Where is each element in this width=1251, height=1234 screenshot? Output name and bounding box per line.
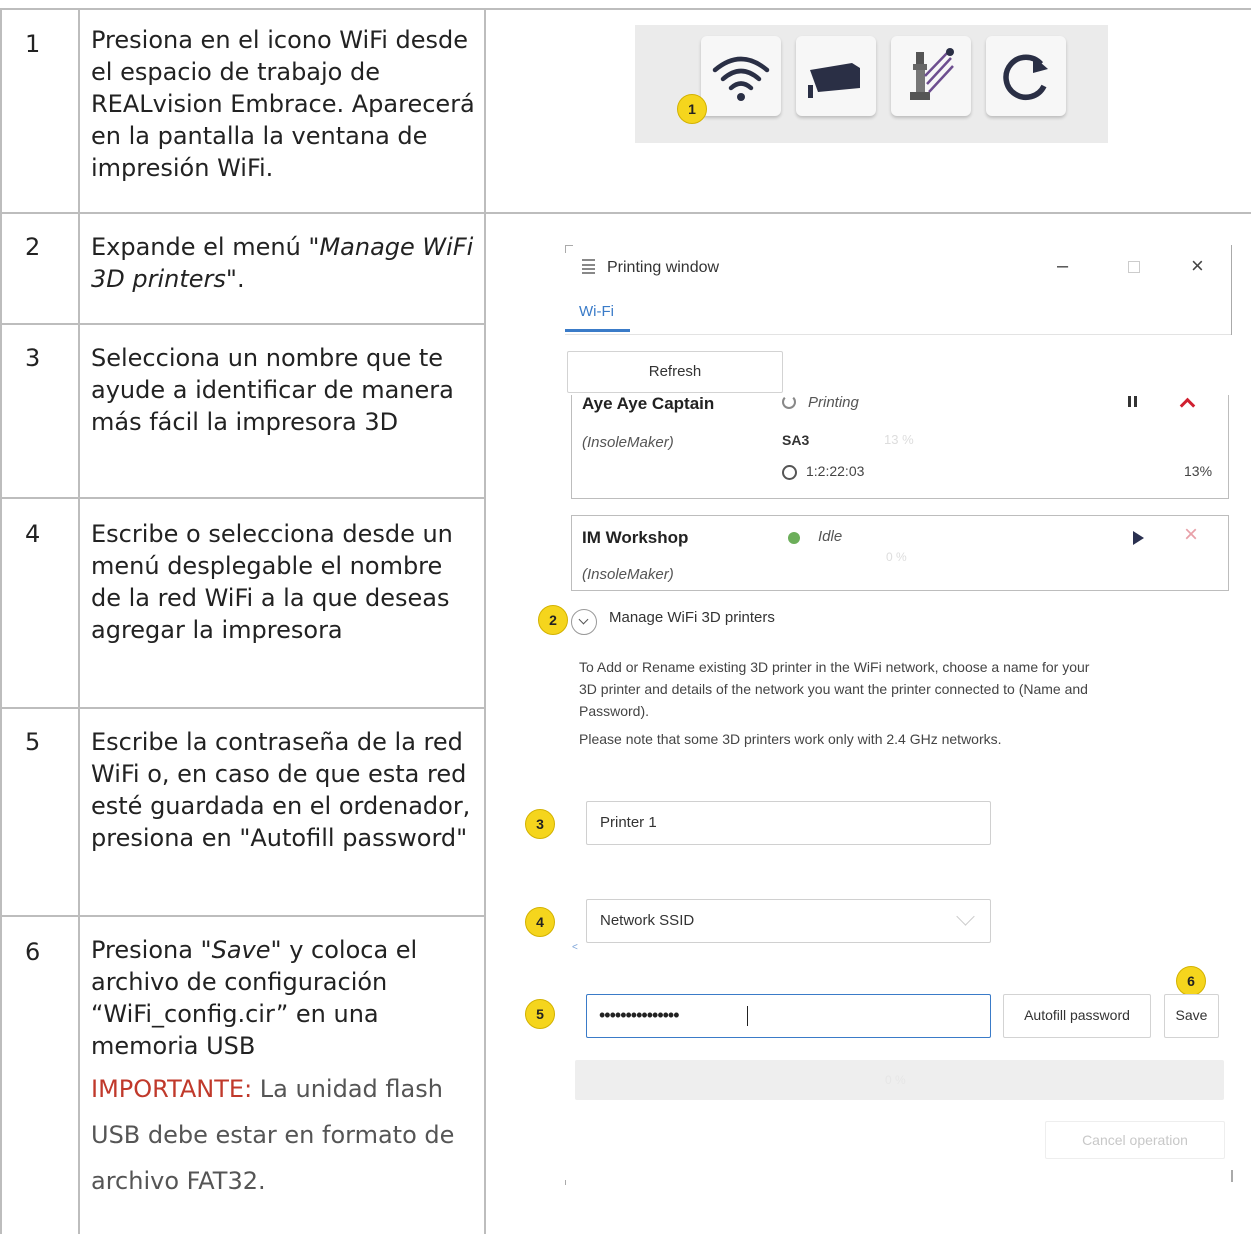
printer-card[interactable]: Aye Aye Captain (InsoleMaker) Printing S… (571, 395, 1229, 499)
printer-status: Printing (808, 395, 859, 411)
save-button[interactable]: Save (1164, 994, 1219, 1038)
printer-name: IM Workshop (582, 528, 689, 547)
table-border-top (0, 8, 1251, 10)
callout-badge-2: 2 (538, 605, 568, 635)
row-divider-2 (0, 323, 485, 325)
window-corner-tl-v (565, 245, 566, 253)
calibration-button[interactable] (891, 36, 971, 116)
chevron-down-icon (956, 907, 975, 926)
row-divider-1 (0, 212, 1251, 214)
password-input[interactable]: ••••••••••••••• (586, 994, 991, 1038)
callout-badge-5: 5 (525, 999, 555, 1029)
window-corner-br (1231, 1170, 1233, 1182)
printer-name-value: Printer 1 (600, 814, 657, 831)
wifi-button[interactable] (701, 36, 781, 116)
row-divider-3 (0, 497, 485, 499)
step-number-6: 6 (25, 938, 41, 966)
idle-status-icon (788, 532, 800, 544)
printer-percent: 13% (1184, 463, 1213, 479)
overall-progress-text: 0 % (885, 1073, 906, 1087)
callout-badge-3: 3 (525, 809, 555, 839)
chevron-down-icon (578, 614, 589, 625)
cancel-operation-button[interactable]: Cancel operation (1045, 1121, 1225, 1159)
clock-icon (782, 465, 797, 480)
step-number-1: 1 (25, 30, 41, 58)
maximize-icon[interactable] (1128, 261, 1140, 273)
network-ssid-value: Network SSID (600, 912, 695, 929)
printer-list: Aye Aye Captain (InsoleMaker) Printing S… (565, 395, 1231, 501)
manage-desc-line3: Password). (579, 703, 650, 719)
callout-badge-4: 4 (525, 907, 555, 937)
table-border-left (0, 8, 2, 1234)
printer-time: 1:2:22:03 (806, 463, 865, 479)
step-number-3: 3 (25, 344, 41, 372)
pause-icon[interactable] (1128, 396, 1137, 407)
window-corner-tl (565, 245, 573, 246)
play-icon[interactable] (1133, 531, 1144, 545)
manage-label[interactable]: Manage WiFi 3D printers (609, 609, 775, 626)
minimize-icon[interactable]: – (1057, 255, 1068, 278)
step-text-1: Presiona en el icono WiFi desde el espac… (91, 26, 475, 182)
row-divider-4 (0, 707, 485, 709)
window-menu-icon (582, 259, 595, 274)
important-note: IMPORTANTE: La unidad flash USB debe est… (91, 1066, 476, 1204)
table-col-divider-1 (78, 8, 80, 1234)
camera-icon (808, 63, 860, 98)
step-text-6-pre: Presiona " (91, 936, 212, 964)
overall-progress-bar: 0 % (575, 1060, 1224, 1100)
step-text-4: Escribe o selecciona desde un menú despl… (91, 520, 453, 644)
refresh-button[interactable] (986, 36, 1066, 116)
window-title: Printing window (607, 259, 720, 276)
step-text-6: Presiona "Save" y coloca el archivo de c… (91, 934, 476, 1204)
printer-model: (InsoleMaker) (582, 566, 674, 583)
password-value: ••••••••••••••• (599, 1005, 680, 1025)
important-label: IMPORTANTE: (91, 1075, 253, 1103)
refresh-icon (1003, 54, 1048, 100)
printer-name-input[interactable]: Printer 1 (586, 801, 991, 845)
collapse-arrow-icon: < (572, 942, 578, 953)
step-text-3: Selecciona un nombre que te ayude a iden… (91, 344, 454, 436)
step-number-5: 5 (25, 728, 41, 756)
remove-icon[interactable]: × (1184, 521, 1198, 549)
window-corner-tr (1231, 245, 1232, 335)
tab-wifi[interactable]: Wi-Fi (579, 303, 614, 320)
step-text-5: Escribe la contraseña de la red WiFi o, … (91, 728, 471, 852)
camera-button[interactable] (796, 36, 876, 116)
table-col-divider-2 (484, 8, 486, 1234)
close-icon[interactable]: × (1191, 253, 1204, 279)
expand-icon[interactable] (571, 609, 597, 635)
printer-progress-text: 0 % (886, 550, 907, 564)
manage-desc-line2: 3D printer and details of the network yo… (579, 681, 1088, 697)
toolbar-screenshot: 1 (635, 25, 1108, 143)
printer-name: Aye Aye Captain (582, 395, 715, 413)
printing-status-icon (782, 395, 796, 409)
chevron-up-icon[interactable] (1179, 397, 1196, 414)
printer-code: SA3 (782, 432, 810, 448)
callout-badge-6: 6 (1176, 966, 1206, 996)
calibration-icon (910, 48, 954, 100)
text-cursor (747, 1006, 748, 1026)
printer-model: (InsoleMaker) (582, 434, 674, 451)
printer-card[interactable]: IM Workshop (InsoleMaker) Idle 0 % × (571, 515, 1229, 591)
window-corner-bl (565, 1180, 566, 1185)
row-divider-5 (0, 915, 485, 917)
step-text-2-pre: Expande el menú " (91, 233, 320, 261)
step-text-2: Expande el menú "Manage WiFi 3D printers… (91, 231, 476, 295)
step-text-6-emphasis: Save (211, 936, 271, 964)
step-text-2-post: ". (225, 265, 245, 293)
tab-wifi-underline (565, 329, 630, 332)
network-ssid-select[interactable]: Network SSID (586, 899, 991, 943)
printer-status: Idle (818, 528, 843, 545)
printing-window: Printing window – × Wi-Fi Refresh Aye Ay… (525, 245, 1233, 1185)
tab-divider (565, 334, 1231, 335)
step-number-4: 4 (25, 520, 41, 548)
step-number-2: 2 (25, 233, 41, 261)
wifi-icon (712, 56, 770, 101)
callout-badge-1: 1 (677, 94, 707, 124)
refresh-button[interactable]: Refresh (567, 351, 783, 393)
printer-progress-text: 13 % (884, 432, 914, 447)
manage-desc-line4: Please note that some 3D printers work o… (579, 731, 1002, 747)
manage-desc-line1: To Add or Rename existing 3D printer in … (579, 659, 1090, 675)
autofill-password-button[interactable]: Autofill password (1003, 994, 1151, 1038)
